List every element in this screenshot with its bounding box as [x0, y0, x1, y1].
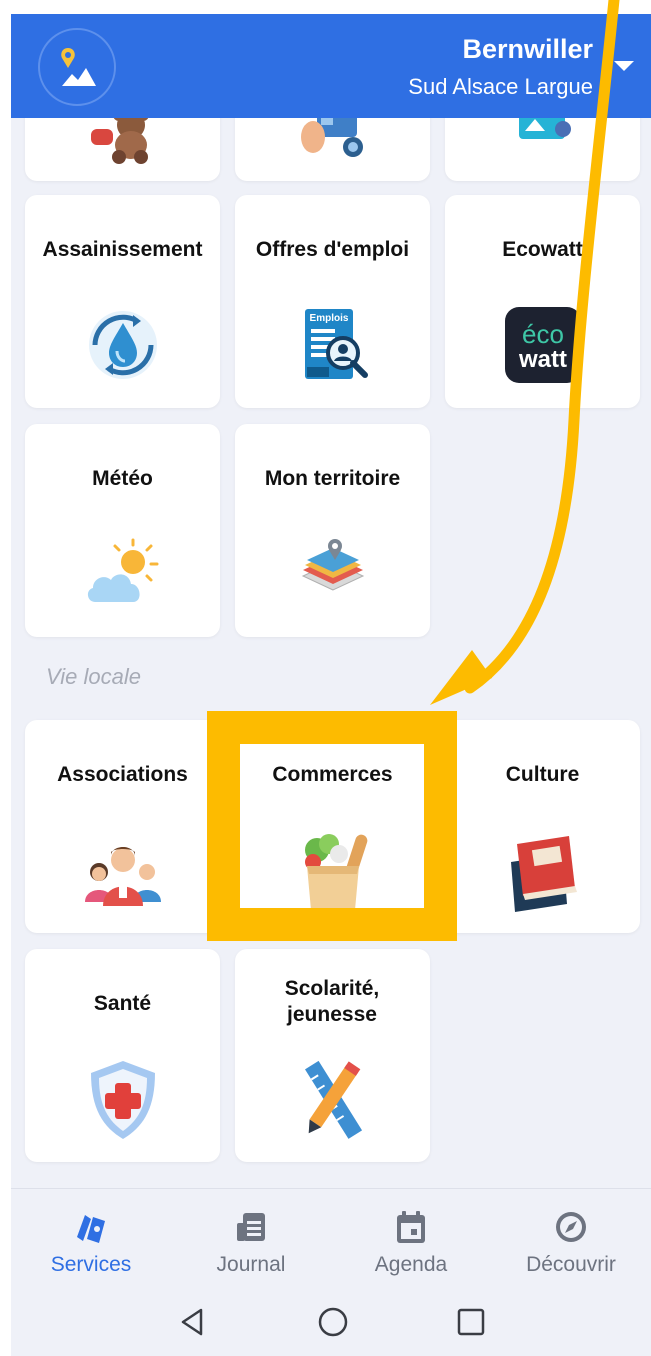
annotation-arrow-icon — [430, 0, 620, 705]
